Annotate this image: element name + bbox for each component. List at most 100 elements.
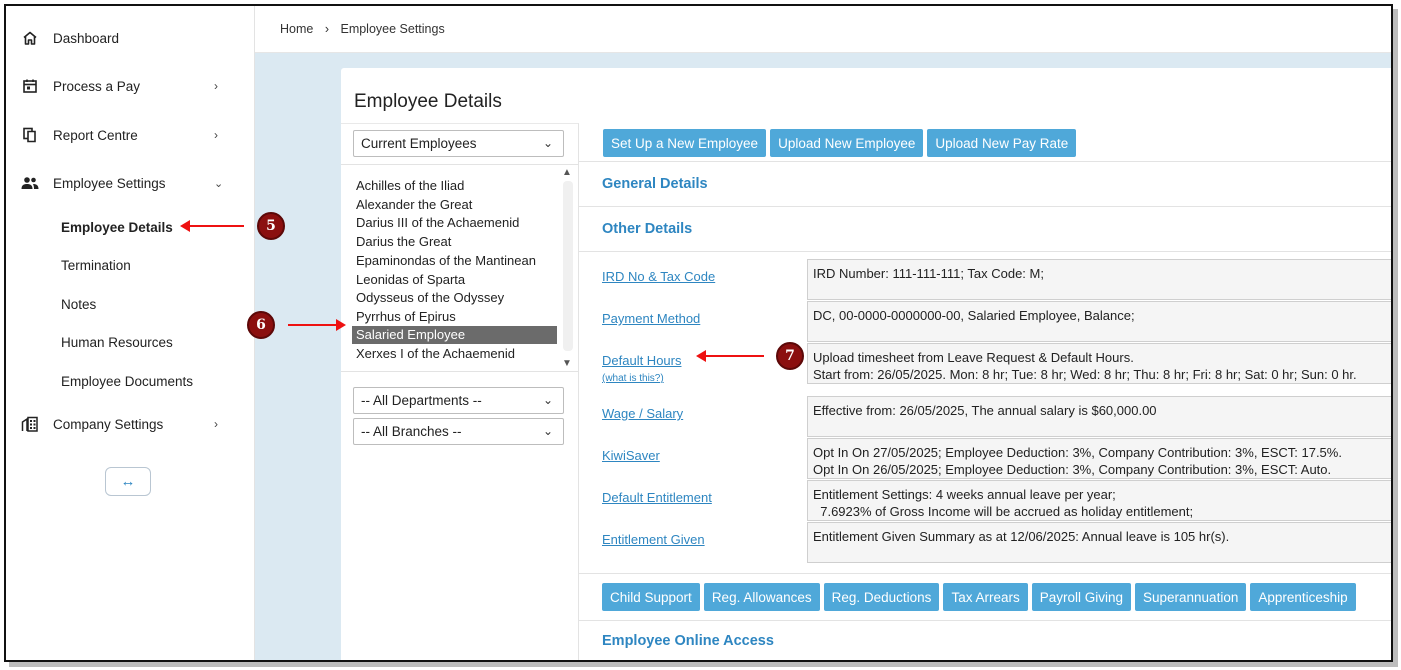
detail-text: DC, 00-0000-0000000-00, Salaried Employe… (813, 308, 1135, 323)
documents-icon (21, 126, 39, 144)
frame-shadow-right (1393, 9, 1398, 667)
scroll-up-icon[interactable]: ▲ (562, 167, 572, 178)
employee-list-column: Current Employees ⌄ Achilles of the Ilia… (341, 123, 579, 660)
branch-filter-value: -- All Branches -- (361, 424, 462, 439)
calendar-icon (21, 77, 39, 95)
apprenticeship-button[interactable]: Apprenticeship (1250, 583, 1356, 611)
tax-arrears-button[interactable]: Tax Arrears (943, 583, 1028, 611)
sidebar-subitem-notes[interactable]: Notes (61, 297, 96, 312)
upload-new-employee-button[interactable]: Upload New Employee (770, 129, 924, 157)
settings-buttons: Child Support Reg. Allowances Reg. Deduc… (602, 583, 1356, 611)
employee-online-access-header[interactable]: Employee Online Access (579, 621, 1391, 660)
sidebar-item-label: Employee Settings (53, 175, 166, 191)
wage-salary-link[interactable]: Wage / Salary (602, 406, 683, 421)
employee-list-item[interactable]: Darius the Great (352, 233, 557, 251)
general-details-header[interactable]: General Details (579, 161, 1391, 206)
sidebar-item-process-a-pay[interactable]: Process a Pay › (6, 66, 255, 106)
entitlement-given-link[interactable]: Entitlement Given (602, 532, 705, 547)
setup-new-employee-button[interactable]: Set Up a New Employee (603, 129, 767, 157)
employee-list-item[interactable]: Epaminondas of the Mantinean (352, 252, 557, 270)
detail-text: Entitlement Settings: 4 weeks annual lea… (813, 487, 1116, 502)
employee-list-item[interactable]: Xerxes I of the Achaemenid (352, 345, 557, 363)
sidebar-subitem-human-resources[interactable]: Human Resources (61, 335, 173, 350)
sidebar-item-report-centre[interactable]: Report Centre › (6, 115, 255, 155)
employee-filter-value: Current Employees (361, 136, 477, 151)
detail-text: Opt In On 27/05/2025; Employee Deduction… (813, 445, 1342, 460)
divider (579, 251, 1391, 252)
default-hours-link[interactable]: Default Hours (602, 353, 681, 368)
breadcrumb-home[interactable]: Home (280, 22, 313, 36)
sidebar-subitem-employee-documents[interactable]: Employee Documents (61, 374, 193, 389)
child-support-button[interactable]: Child Support (602, 583, 700, 611)
employee-list-item[interactable]: Achilles of the Iliad (352, 177, 557, 195)
annotation-badge-5: 5 (257, 212, 285, 240)
detail-text: Upload timesheet from Leave Request & De… (813, 350, 1134, 365)
sidebar-toggle-button[interactable]: ↔ (105, 467, 151, 496)
department-filter-value: -- All Departments -- (361, 393, 482, 408)
upload-new-pay-rate-button[interactable]: Upload New Pay Rate (927, 129, 1077, 157)
scroll-down-icon[interactable]: ▼ (562, 358, 572, 369)
branch-filter-select[interactable]: -- All Branches -- ⌄ (353, 418, 564, 445)
sidebar-item-employee-settings[interactable]: Employee Settings ⌄ (6, 163, 255, 203)
employee-list-item[interactable]: Alexander the Great (352, 196, 557, 214)
payment-method-link[interactable]: Payment Method (602, 311, 700, 326)
detail-text: Start from: 26/05/2025. Mon: 8 hr; Tue: … (813, 367, 1357, 382)
reg-deductions-button[interactable]: Reg. Deductions (823, 583, 940, 611)
detail-text: 7.6923% of Gross Income will be accrued … (813, 504, 1194, 519)
annotation-arrow (288, 319, 346, 331)
users-icon (21, 174, 39, 192)
employee-list-item[interactable]: Leonidas of Sparta (352, 271, 557, 289)
sidebar-item-label: Dashboard (53, 30, 120, 46)
sidebar-item-dashboard[interactable]: Dashboard (6, 18, 255, 58)
chevron-right-icon: › (214, 417, 218, 431)
default-hours-value: Upload timesheet from Leave Request & De… (807, 343, 1391, 384)
reg-allowances-button[interactable]: Reg. Allowances (703, 583, 820, 611)
annotation-badge-6: 6 (247, 311, 275, 339)
entitlement-given-value: Entitlement Given Summary as at 12/06/20… (807, 522, 1391, 563)
employee-details-panel: Employee Details Current Employees ⌄ Ach… (341, 68, 1391, 660)
page-title: Employee Details (354, 91, 502, 112)
employee-filter-select[interactable]: Current Employees ⌄ (353, 130, 564, 157)
superannuation-button[interactable]: Superannuation (1135, 583, 1247, 611)
kiwisaver-link[interactable]: KiwiSaver (602, 448, 660, 463)
chevron-down-icon: ⌄ (542, 424, 553, 438)
sidebar-item-label: Company Settings (53, 416, 164, 432)
home-icon (21, 29, 39, 47)
annotation-arrow (180, 220, 244, 232)
employee-list-item[interactable]: Darius III of the Achaemenid (352, 214, 557, 232)
ird-tax-code-value: IRD Number: 111-111-111; Tax Code: M; (807, 259, 1391, 300)
sidebar: Dashboard Process a Pay › Report Centre … (6, 6, 255, 660)
payment-method-value: DC, 00-0000-0000000-00, Salaried Employe… (807, 301, 1391, 342)
annotation-arrow (696, 350, 764, 362)
default-entitlement-value: Entitlement Settings: 4 weeks annual lea… (807, 480, 1391, 521)
detail-text: Entitlement Given Summary as at 12/06/20… (813, 529, 1230, 544)
chevron-down-icon: ⌄ (214, 177, 224, 190)
sidebar-subitem-termination[interactable]: Termination (61, 258, 131, 273)
sidebar-item-label: Report Centre (53, 127, 138, 143)
sidebar-subitem-employee-details[interactable]: Employee Details (61, 220, 173, 235)
action-buttons: Set Up a New Employee Upload New Employe… (603, 129, 1077, 157)
default-entitlement-link[interactable]: Default Entitlement (602, 490, 712, 505)
annotation-badge-7: 7 (776, 342, 804, 370)
other-details-header[interactable]: Other Details (579, 206, 1391, 251)
ird-tax-code-link[interactable]: IRD No & Tax Code (602, 269, 715, 284)
what-is-this-link[interactable]: (what is this?) (602, 373, 664, 384)
employee-list-scrollbar[interactable]: ▲ ▼ (559, 165, 576, 371)
payroll-giving-button[interactable]: Payroll Giving (1031, 583, 1131, 611)
building-icon (21, 415, 39, 433)
employee-list-item-selected[interactable]: Salaried Employee (352, 326, 557, 344)
divider (579, 573, 1391, 574)
wage-salary-value: Effective from: 26/05/2025, The annual s… (807, 396, 1391, 437)
sidebar-item-label: Process a Pay (53, 78, 141, 94)
frame-shadow (9, 662, 1395, 667)
app-window: Dashboard Process a Pay › Report Centre … (4, 4, 1393, 662)
sidebar-item-company-settings[interactable]: Company Settings › (6, 404, 255, 444)
top-bar: Home › Employee Settings (255, 6, 1391, 53)
chevron-right-icon: › (324, 22, 329, 36)
scrollbar-thumb[interactable] (563, 181, 573, 351)
chevron-right-icon: › (214, 128, 218, 142)
employee-list-item[interactable]: Pyrrhus of Epirus (352, 308, 557, 326)
detail-text: Opt In On 26/05/2025; Employee Deduction… (813, 462, 1332, 477)
employee-list-item[interactable]: Odysseus of the Odyssey (352, 289, 557, 307)
department-filter-select[interactable]: -- All Departments -- ⌄ (353, 387, 564, 414)
